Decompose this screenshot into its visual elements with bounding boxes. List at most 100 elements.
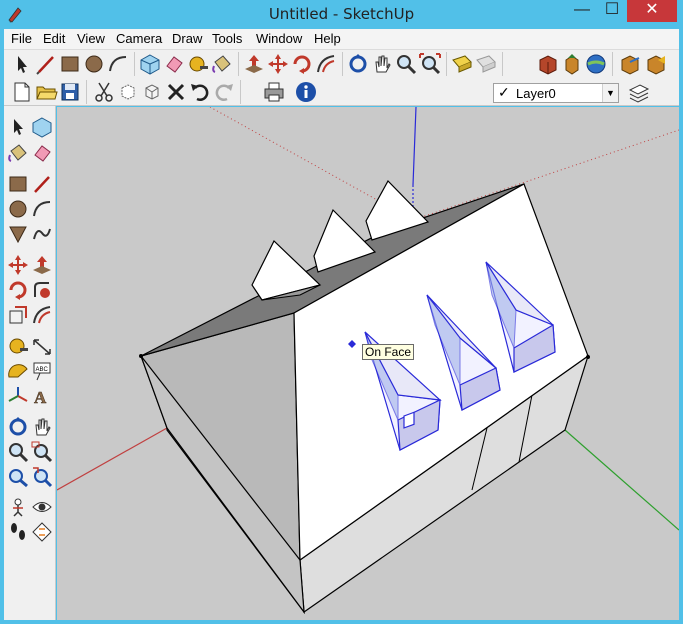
line-icon[interactable] (34, 52, 58, 76)
arc-icon[interactable] (106, 52, 130, 76)
toolbar-separator (238, 52, 239, 76)
next-view-icon[interactable] (474, 52, 498, 76)
close-button[interactable]: ✕ (627, 0, 677, 22)
zoom-extents-icon[interactable] (418, 52, 442, 76)
layer-dropdown[interactable]: ✓ Layer0 ▼ (493, 83, 619, 103)
make-component-icon[interactable] (31, 116, 53, 138)
position-camera-icon[interactable] (7, 496, 29, 518)
paint-bucket-icon[interactable] (7, 142, 29, 164)
tape-measure-icon[interactable] (186, 52, 210, 76)
rotate-icon[interactable] (7, 279, 29, 301)
minimize-button[interactable]: — (567, 0, 597, 22)
svg-text:A: A (34, 388, 47, 407)
arc-icon[interactable] (31, 198, 53, 220)
text-icon[interactable]: ABC (31, 360, 53, 382)
share-model-icon[interactable] (560, 52, 584, 76)
walk-icon[interactable] (7, 521, 29, 543)
redo-icon[interactable] (212, 80, 236, 104)
menu-window[interactable]: Window (253, 31, 305, 46)
print-icon[interactable] (262, 80, 286, 104)
eraser-icon[interactable] (31, 142, 53, 164)
zoom-window-icon[interactable] (31, 441, 53, 463)
protractor-icon[interactable] (7, 360, 29, 382)
eraser-icon[interactable] (162, 52, 186, 76)
rectangle-icon[interactable] (7, 173, 29, 195)
orbit-icon[interactable] (346, 52, 370, 76)
current-layer-name: Layer0 (516, 86, 556, 101)
select-icon[interactable] (7, 116, 29, 138)
tape-measure-icon[interactable] (7, 335, 29, 357)
menu-tools[interactable]: Tools (209, 31, 245, 46)
move-icon[interactable] (266, 52, 290, 76)
section-plane-icon[interactable] (31, 521, 53, 543)
model-info-icon[interactable] (294, 80, 318, 104)
zoom-extents-icon[interactable] (7, 466, 29, 488)
orbit-icon[interactable] (7, 416, 29, 438)
open-folder-icon[interactable] (34, 80, 58, 104)
look-around-icon[interactable] (31, 496, 53, 518)
circle-icon[interactable] (7, 198, 29, 220)
paste-icon[interactable] (140, 80, 164, 104)
axes-icon[interactable] (7, 385, 29, 407)
gable-wall-left (140, 312, 301, 562)
zoom-icon[interactable] (394, 52, 418, 76)
vertex-marker (586, 355, 590, 359)
photo-textures-icon[interactable] (644, 52, 668, 76)
menu-edit[interactable]: Edit (40, 31, 68, 46)
previous-view-icon[interactable] (450, 52, 474, 76)
undo-icon[interactable] (188, 80, 212, 104)
cut-icon[interactable] (92, 80, 116, 104)
toggle-terrain-icon[interactable] (618, 52, 642, 76)
freehand-icon[interactable] (31, 223, 53, 245)
polygon-icon[interactable] (7, 223, 29, 245)
menu-bar: File Edit View Camera Draw Tools Window … (4, 29, 679, 50)
follow-me-icon[interactable] (31, 279, 53, 301)
add-location-icon[interactable] (584, 52, 608, 76)
toolbar-area: ✓ Layer0 ▼ (4, 50, 679, 106)
select-icon[interactable] (10, 52, 34, 76)
save-icon[interactable] (58, 80, 82, 104)
menu-view[interactable]: View (74, 31, 108, 46)
zoom-icon[interactable] (7, 441, 29, 463)
rectangle-icon[interactable] (58, 52, 82, 76)
modeling-viewport[interactable]: On Face (57, 107, 679, 620)
toolbar-separator (240, 80, 241, 104)
push-pull-icon[interactable] (242, 52, 266, 76)
dimension-icon[interactable] (31, 335, 53, 357)
pan-icon[interactable] (370, 52, 394, 76)
circle-icon[interactable] (82, 52, 106, 76)
chevron-down-icon[interactable]: ▼ (602, 84, 618, 102)
model-canvas[interactable] (57, 107, 679, 620)
menu-file[interactable]: File (8, 31, 35, 46)
erase-icon[interactable] (164, 80, 188, 104)
menu-help[interactable]: Help (311, 31, 344, 46)
push-pull-icon[interactable] (31, 254, 53, 276)
paint-bucket-icon[interactable] (210, 52, 234, 76)
move-icon[interactable] (7, 254, 29, 276)
toolbar-separator (612, 52, 613, 76)
maximize-button[interactable]: ☐ (597, 0, 627, 22)
menu-draw[interactable]: Draw (169, 31, 205, 46)
layer-manager-icon[interactable] (626, 80, 650, 104)
menu-camera[interactable]: Camera (113, 31, 165, 46)
green-axis-line (564, 429, 679, 531)
offset-icon[interactable] (31, 304, 53, 326)
offset-icon[interactable] (314, 52, 338, 76)
vertex-marker (139, 354, 143, 358)
make-component-icon[interactable] (138, 52, 162, 76)
inference-tooltip: On Face (362, 344, 415, 360)
copy-icon[interactable] (116, 80, 140, 104)
toolbar-separator (342, 52, 343, 76)
pan-icon[interactable] (31, 416, 53, 438)
new-file-icon[interactable] (10, 80, 34, 104)
previous-icon[interactable] (31, 466, 53, 488)
get-models-icon[interactable] (536, 52, 560, 76)
3d-text-icon[interactable]: A (31, 385, 53, 407)
scale-icon[interactable] (7, 304, 29, 326)
layer-visible-check-icon: ✓ (498, 84, 510, 100)
line-icon[interactable] (31, 173, 53, 195)
svg-text:ABC: ABC (36, 367, 49, 373)
sketchup-window: Untitled - SketchUp — ☐ ✕ File Edit View… (0, 0, 683, 624)
rotate-icon[interactable] (290, 52, 314, 76)
tool-palette: ABC A (4, 106, 56, 620)
